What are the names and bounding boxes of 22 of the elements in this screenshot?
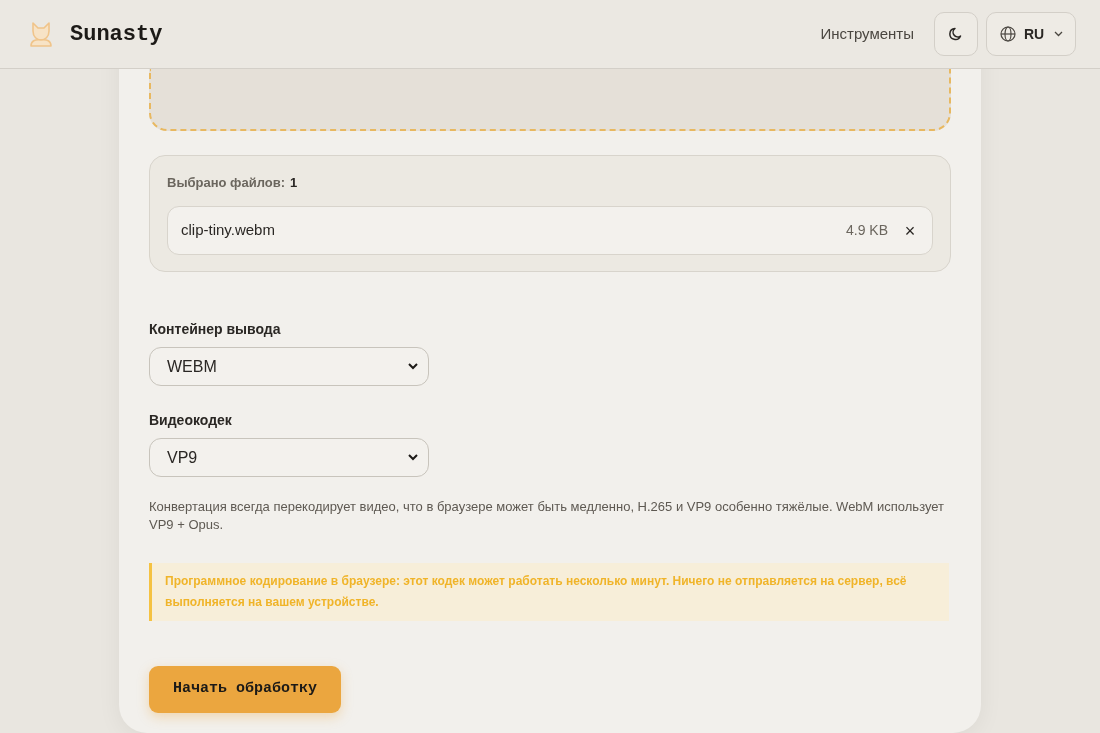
field-label: Контейнер вывода (149, 320, 281, 339)
chevron-down-icon (408, 363, 418, 370)
tools-link[interactable]: Инструменты (820, 22, 914, 46)
field-label: Видеокодек (149, 411, 232, 430)
chevron-down-icon (1054, 31, 1064, 37)
warning-text: Программное кодирование в браузере: этот кодек может работать несколько минут. Ничего не отправляется на сервер, всё выполняется на вашем устройстве. (165, 573, 908, 611)
globe-icon (1000, 26, 1016, 42)
file-name: clip-tiny.webm (181, 220, 275, 241)
conversion-note: Конвертация всегда перекодирует видео, что в браузере может быть медленно, H.265 и VP9 особенно тяжёлые. WebM использует VP9 + Opus. (149, 498, 946, 534)
moon-icon (949, 27, 963, 41)
language-button[interactable]: RU (986, 12, 1076, 56)
chevron-down-icon (408, 454, 418, 461)
select-dropdown[interactable]: WEBM (149, 347, 429, 386)
cat-logo-icon (27, 20, 55, 48)
select-dropdown[interactable]: VP9 (149, 438, 429, 477)
selected-files-count: 1 (290, 173, 298, 192)
brand-name[interactable]: Sunasty (70, 17, 163, 51)
file-size: 4.9 KB (845, 221, 888, 240)
remove-file-button[interactable]: × (898, 218, 922, 243)
selected-files-label: Выбрано файлов: (167, 173, 286, 192)
theme-toggle-button[interactable] (934, 12, 978, 56)
start-processing-button[interactable]: Начать обработку (149, 666, 342, 713)
